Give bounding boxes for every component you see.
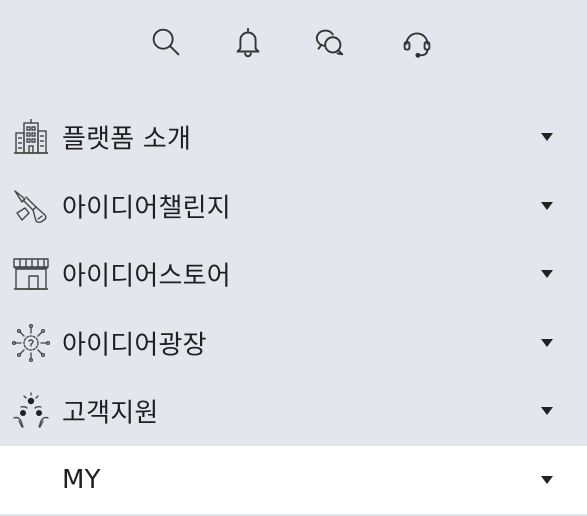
idea-bulb-icon [11,323,51,363]
headset-icon[interactable] [397,22,437,62]
support-people-icon [11,391,51,431]
building-icon [11,117,51,157]
top-icon-bar [0,22,587,62]
bell-icon[interactable] [228,22,268,62]
menu-item-label: 고객지원 [62,398,159,429]
main-menu: 플랫폼 소개 아이디어챌린지 아이디어스토어 아이디어광장 고객지원 MY [0,103,587,514]
search-icon[interactable] [146,22,186,62]
menu-item-label: 플랫폼 소개 [62,124,192,155]
menu-item-customer-support[interactable]: 고객지원 [0,377,587,446]
menu-item-platform-intro[interactable]: 플랫폼 소개 [0,103,587,172]
menu-item-idea-store[interactable]: 아이디어스토어 [0,240,587,309]
menu-item-idea-challenge[interactable]: 아이디어챌린지 [0,172,587,241]
brush-icon [11,186,51,226]
menu-item-label: 아이디어챌린지 [62,193,231,224]
store-icon [11,254,51,294]
chat-icon[interactable] [309,22,349,62]
caret-down-icon [541,270,553,279]
caret-down-icon [541,475,553,484]
caret-down-icon [541,338,553,347]
caret-down-icon [541,407,553,416]
menu-item-idea-plaza[interactable]: 아이디어광장 [0,309,587,378]
caret-down-icon [541,201,553,210]
menu-item-label: 아이디어광장 [62,330,207,361]
menu-item-label: 아이디어스토어 [62,261,231,292]
menu-item-my[interactable]: MY [0,445,587,514]
menu-item-label: MY [62,464,101,495]
caret-down-icon [541,133,553,142]
